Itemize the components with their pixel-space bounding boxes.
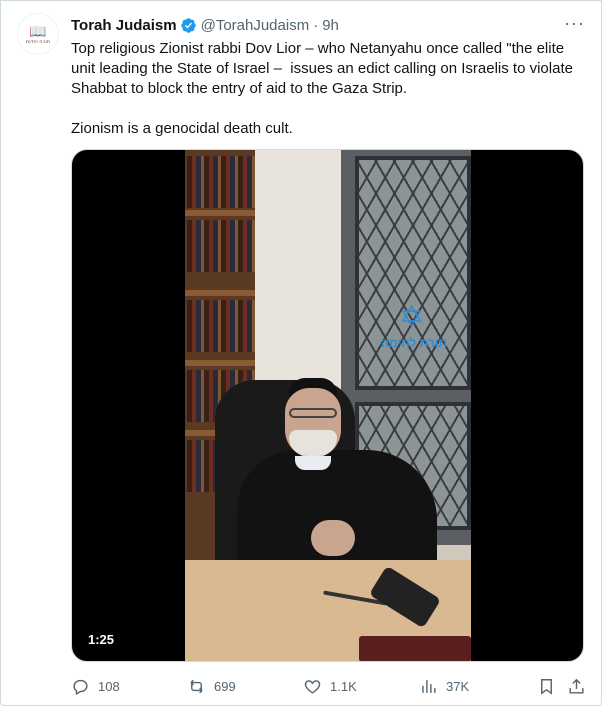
author-avatar[interactable]: 📖 תורה יהדות	[17, 13, 59, 55]
reply-count: 108	[98, 678, 120, 694]
more-icon[interactable]: ···	[564, 14, 585, 32]
author-handle[interactable]: @TorahJudaism	[201, 17, 310, 34]
video-player[interactable]: ✡ תורת לחימה 1:25	[71, 149, 584, 662]
views-chart-icon	[422, 679, 436, 693]
repost-button[interactable]: 699	[187, 673, 236, 699]
reply-icon	[73, 679, 88, 695]
tweet-header: Torah Judaism @TorahJudaism · 9h ···	[71, 14, 585, 35]
verified-badge-icon	[180, 17, 196, 33]
bookmark-icon	[541, 678, 552, 695]
star-of-david-watermark-icon: ✡	[399, 301, 425, 334]
video-watermark: תורת לחימה	[381, 336, 447, 350]
avatar-caption: תורה יהדות	[25, 38, 51, 45]
author-name[interactable]: Torah Judaism	[71, 17, 177, 34]
bookmark-button[interactable]	[537, 673, 564, 699]
repost-count: 699	[214, 678, 236, 694]
book-logo-icon: 📖	[29, 22, 47, 39]
reply-button[interactable]: 108	[71, 673, 120, 699]
like-button[interactable]: 1.1K	[303, 673, 357, 699]
action-bar: 108 699 1.1K 37K	[71, 673, 587, 699]
share-button[interactable]	[567, 673, 594, 699]
separator-dot: ·	[313, 16, 319, 34]
views-button[interactable]: 37K	[419, 673, 469, 699]
share-icon	[569, 678, 584, 694]
tweet-time[interactable]: 9h	[322, 17, 339, 34]
like-count: 1.1K	[330, 678, 357, 694]
video-frame: ✡ תורת לחימה	[185, 150, 471, 661]
views-count: 37K	[446, 678, 470, 694]
tweet-card[interactable]: 📖 תורה יהדות Torah Judaism @TorahJudaism…	[0, 0, 602, 706]
video-duration: 1:25	[88, 632, 115, 647]
repost-icon	[190, 679, 203, 693]
tweet-text: Top religious Zionist rabbi Dov Lior – w…	[71, 40, 573, 137]
heart-icon	[304, 679, 321, 694]
